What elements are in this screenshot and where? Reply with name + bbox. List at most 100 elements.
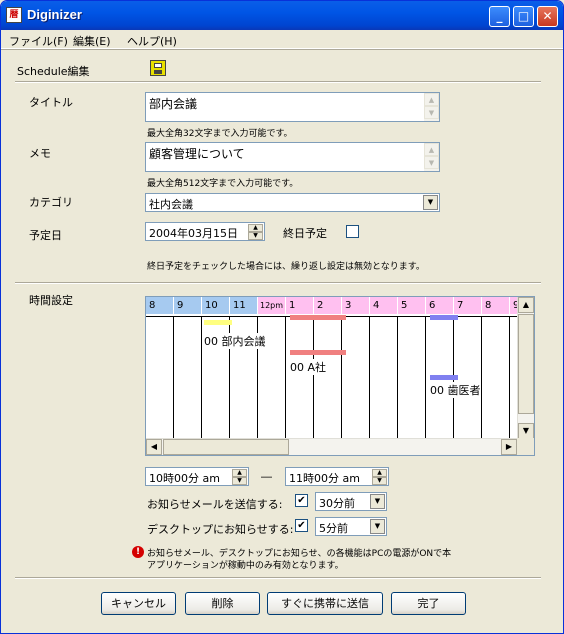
event-bar[interactable] — [430, 375, 458, 380]
memo-hint: 最大全角512文字まで入力可能です。 — [147, 179, 299, 189]
hour-cell: 1 — [286, 297, 314, 314]
time-label: 時間設定 — [29, 294, 73, 307]
mail-notify-select[interactable]: 30分前 ▼ — [315, 492, 387, 511]
memo-value: 顧客管理について — [149, 147, 245, 161]
desktop-notify-label: デスクトップにお知らせする: — [147, 523, 294, 536]
hour-gridline — [509, 316, 510, 438]
hour-gridline — [397, 316, 398, 438]
title-field[interactable]: 部内会議 ▲ ▼ — [145, 92, 440, 122]
divider — [15, 81, 541, 83]
divider — [15, 282, 541, 284]
hour-cell: 12pm — [258, 297, 286, 314]
send-to-mobile-button[interactable]: すぐに携帯に送信 — [267, 592, 383, 615]
chevron-down-icon[interactable]: ▼ — [370, 494, 385, 509]
end-time-spinner[interactable]: ▲ ▼ — [372, 469, 387, 485]
scroll-up-icon[interactable]: ▲ — [518, 297, 534, 313]
category-label: カテゴリ — [29, 196, 73, 209]
time-timeline[interactable]: 89101112pm123456789 00 部内会議 00 A社 00 歯医者… — [145, 296, 535, 456]
page-title: Schedule編集 — [17, 65, 90, 78]
window-title: Diginizer — [27, 7, 82, 22]
event-label[interactable]: 00 部内会議 — [204, 333, 266, 349]
title-hint: 最大全角32文字まで入力可能です。 — [147, 129, 293, 139]
category-select[interactable]: 社内会議 ▼ — [145, 193, 440, 212]
mail-notify-value: 30分前 — [319, 497, 355, 510]
event-bar[interactable] — [204, 320, 232, 325]
scroll-thumb[interactable] — [518, 314, 534, 414]
title-label: タイトル — [29, 96, 73, 109]
scroll-left-icon[interactable]: ◀ — [146, 439, 162, 455]
end-time-field[interactable]: 11時00分 am ▲ ▼ — [285, 467, 389, 486]
timeline-vscrollbar[interactable]: ▲ ▼ — [517, 297, 534, 440]
desktop-notify-select[interactable]: 5分前 ▼ — [315, 517, 387, 536]
mail-notify-label: お知らせメールを送信する: — [147, 498, 283, 511]
minimize-button[interactable]: _ — [489, 6, 510, 27]
hour-cell: 3 — [342, 297, 370, 314]
start-time-spinner[interactable]: ▲ ▼ — [232, 469, 247, 485]
hour-gridline — [425, 316, 426, 438]
scroll-thumb[interactable] — [163, 439, 289, 455]
hour-cell: 2 — [314, 297, 342, 314]
allday-note: 終日予定をチェックした場合には、繰り返し設定は無効となります。 — [147, 262, 425, 272]
hour-gridline — [201, 316, 202, 438]
mail-notify-checkbox[interactable]: ✔ — [295, 494, 308, 507]
titlebar[interactable]: 暦 Diginizer _ □ ✕ — [1, 1, 563, 30]
event-bar[interactable] — [290, 350, 346, 355]
hour-gridline — [341, 316, 342, 438]
hour-gridline — [285, 316, 286, 438]
memo-scrollbar[interactable]: ▲ ▼ — [424, 143, 439, 171]
hour-cell: 9 — [174, 297, 202, 314]
date-label: 予定日 — [29, 229, 62, 242]
divider — [15, 577, 541, 579]
menu-edit[interactable]: 編集(E) — [73, 33, 111, 49]
warning-line2: アプリケーションが稼動中のみ有効となります。 — [147, 561, 344, 571]
title-scrollbar[interactable]: ▲ ▼ — [424, 93, 439, 121]
floppy-icon[interactable] — [150, 60, 166, 76]
hour-gridline — [313, 316, 314, 438]
start-time-field[interactable]: 10時00分 am ▲ ▼ — [145, 467, 249, 486]
app-icon: 暦 — [6, 7, 22, 23]
delete-button[interactable]: 削除 — [185, 592, 260, 615]
date-value: 2004年03月15日 — [149, 227, 238, 240]
close-button[interactable]: ✕ — [537, 6, 558, 27]
memo-label: メモ — [29, 147, 51, 160]
hour-cell: 4 — [370, 297, 398, 314]
cancel-button[interactable]: キャンセル — [101, 592, 176, 615]
memo-field[interactable]: 顧客管理について ▲ ▼ — [145, 142, 440, 172]
warning-icon: ! — [132, 546, 144, 558]
desktop-notify-value: 5分前 — [319, 522, 348, 535]
allday-label: 終日予定 — [283, 227, 327, 240]
allday-checkbox[interactable] — [346, 225, 359, 238]
scroll-right-icon[interactable]: ▶ — [501, 439, 517, 455]
hour-cell: 8 — [482, 297, 510, 314]
desktop-notify-checkbox[interactable]: ✔ — [295, 519, 308, 532]
menu-help[interactable]: ヘルプ(H) — [127, 33, 177, 49]
title-value: 部内会議 — [149, 97, 198, 111]
menu-file[interactable]: ファイル(F) — [9, 33, 68, 49]
hour-cell: 10 — [202, 297, 230, 314]
timeline-hscrollbar[interactable]: ◀ ▶ — [146, 438, 518, 455]
app-window: 暦 Diginizer _ □ ✕ ファイル(F) 編集(E) ヘルプ(H) S… — [0, 0, 564, 634]
hour-cell: 11 — [230, 297, 258, 314]
hour-gridline — [369, 316, 370, 438]
start-time-value: 10時00分 am — [149, 472, 220, 485]
event-bar[interactable] — [430, 315, 458, 320]
scroll-down-icon[interactable]: ▼ — [518, 423, 534, 439]
chevron-down-icon[interactable]: ▼ — [423, 195, 438, 210]
event-label[interactable]: 00 A社 — [290, 359, 327, 375]
hour-gridline — [173, 316, 174, 438]
hour-cell: 6 — [426, 297, 454, 314]
hour-gridline — [481, 316, 482, 438]
category-value: 社内会議 — [149, 198, 193, 211]
maximize-button[interactable]: □ — [513, 6, 534, 27]
date-field[interactable]: 2004年03月15日 ▲ ▼ — [145, 222, 265, 241]
done-button[interactable]: 完了 — [391, 592, 466, 615]
end-time-value: 11時00分 am — [289, 472, 360, 485]
hour-cell: 5 — [398, 297, 426, 314]
event-label[interactable]: 00 歯医者 — [430, 382, 481, 398]
chevron-down-icon[interactable]: ▼ — [370, 519, 385, 534]
date-spinner[interactable]: ▲ ▼ — [248, 224, 263, 240]
event-bar[interactable] — [290, 315, 346, 320]
time-separator: ― — [261, 470, 272, 483]
hour-cell: 8 — [146, 297, 174, 314]
menubar: ファイル(F) 編集(E) ヘルプ(H) — [1, 30, 563, 49]
